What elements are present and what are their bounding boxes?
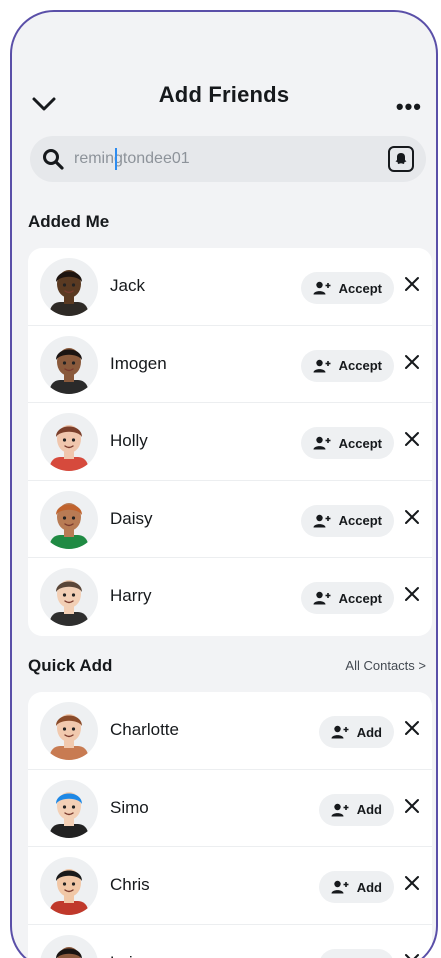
header: Add Friends ••• xyxy=(12,12,436,132)
add-user-icon xyxy=(331,803,349,816)
add-user-icon xyxy=(313,359,331,372)
section-title-quick-add: Quick Add xyxy=(28,656,113,675)
all-contacts-link[interactable]: All Contacts > xyxy=(345,658,426,673)
avatar[interactable] xyxy=(40,413,98,471)
close-icon[interactable] xyxy=(404,798,420,814)
accept-button[interactable]: Accept xyxy=(300,582,394,614)
avatar[interactable] xyxy=(40,934,98,958)
add-user-icon xyxy=(313,591,331,605)
close-icon[interactable] xyxy=(404,953,420,958)
friend-name: Imogen xyxy=(110,353,167,373)
close-icon[interactable] xyxy=(404,354,420,370)
text-caret xyxy=(115,148,117,170)
page-title: Add Friends xyxy=(158,82,290,107)
accept-button-label: Accept xyxy=(338,590,382,606)
close-icon[interactable] xyxy=(404,509,420,525)
accept-button[interactable]: Accept xyxy=(300,427,394,459)
close-icon[interactable] xyxy=(404,586,420,602)
list-item[interactable]: Daisy Accept xyxy=(28,481,432,558)
add-user-icon xyxy=(331,725,349,739)
search-icon xyxy=(43,149,64,170)
add-user-icon xyxy=(313,436,331,450)
list-item[interactable]: Charlotte Add xyxy=(28,692,432,770)
friend-name: Holly xyxy=(110,431,148,450)
add-user-icon xyxy=(313,514,331,527)
add-user-icon xyxy=(331,880,349,894)
friend-name: Luiza xyxy=(110,953,151,958)
list-item[interactable]: Luiza Add xyxy=(28,925,432,958)
avatar[interactable] xyxy=(40,335,98,394)
add-button[interactable]: Add xyxy=(318,871,394,903)
list-item[interactable]: Imogen Accept xyxy=(28,326,432,403)
friend-name: Jack xyxy=(110,276,145,295)
avatar[interactable] xyxy=(40,568,98,626)
quick-add-list: Charlotte Add Simo Add Chris Add Luiza Add xyxy=(28,692,432,958)
added-me-list: Jack Accept Imogen Accept Holly Accept Daisy Ac… xyxy=(28,248,432,636)
snapcode-scan-button[interactable] xyxy=(388,146,414,172)
avatar[interactable] xyxy=(40,490,98,549)
close-icon[interactable] xyxy=(404,875,420,891)
add-button[interactable]: Add xyxy=(318,716,394,748)
phone-frame: Add Friends ••• Added Me JackAcceptImoge… xyxy=(10,10,438,958)
add-user-icon xyxy=(313,281,331,295)
close-icon[interactable] xyxy=(404,276,420,292)
accept-button-label: Accept xyxy=(338,280,382,296)
avatar[interactable] xyxy=(40,779,98,838)
section-title-added-me: Added Me xyxy=(28,212,110,231)
list-item[interactable]: Holly Accept xyxy=(28,403,432,481)
friend-name: Harry xyxy=(110,586,152,605)
close-icon[interactable] xyxy=(404,431,420,447)
close-icon[interactable] xyxy=(404,720,420,736)
avatar[interactable] xyxy=(40,857,98,915)
add-button[interactable]: Add xyxy=(318,793,394,826)
avatar[interactable] xyxy=(40,702,98,760)
search-bar[interactable] xyxy=(30,136,426,182)
friend-name: Charlotte xyxy=(110,720,179,739)
list-item[interactable]: Chris Add xyxy=(28,847,432,925)
accept-button-label: Accept xyxy=(338,358,382,373)
list-item[interactable]: Simo Add xyxy=(28,770,432,847)
accept-button[interactable]: Accept xyxy=(300,349,394,382)
accept-button[interactable]: Accept xyxy=(300,272,394,304)
accept-button[interactable]: Accept xyxy=(300,504,394,537)
add-button-label: Add xyxy=(356,724,382,740)
ghost-icon xyxy=(395,153,407,164)
avatar[interactable] xyxy=(40,258,98,316)
friend-name: Simo xyxy=(110,797,149,817)
list-item[interactable]: Jack Accept xyxy=(28,248,432,326)
friend-name: Chris xyxy=(110,875,150,894)
accept-button-label: Accept xyxy=(338,435,382,451)
add-button-label: Add xyxy=(356,802,382,817)
more-options-icon[interactable]: ••• xyxy=(396,94,422,120)
list-item[interactable]: Harry Accept xyxy=(28,558,432,636)
friend-name: Daisy xyxy=(110,508,153,528)
add-button[interactable]: Add xyxy=(318,948,394,958)
accept-button-label: Accept xyxy=(338,513,382,528)
add-button-label: Add xyxy=(356,879,382,895)
